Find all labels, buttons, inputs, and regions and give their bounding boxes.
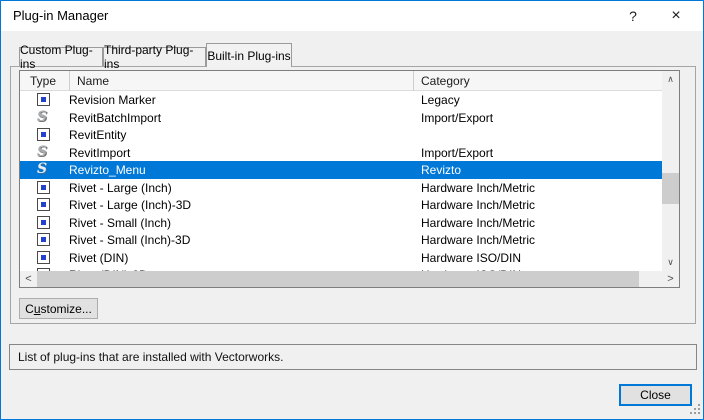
tab-built-in-plugins[interactable]: Built-in Plug-ins: [206, 43, 292, 67]
column-divider[interactable]: [69, 71, 70, 91]
plugin-category: Revizto: [421, 163, 461, 177]
plugin-category: Import/Export: [421, 146, 493, 160]
menu-plugin-icon: [37, 216, 50, 229]
tab-custom-plugins[interactable]: Custom Plug-ins: [19, 47, 103, 66]
plugin-name: RevitBatchImport: [69, 111, 161, 125]
table-row[interactable]: Rivet - Large (Inch) Hardware Inch/Metric: [20, 179, 662, 197]
window-title: Plug-in Manager: [13, 8, 108, 23]
help-icon[interactable]: ?: [613, 1, 653, 31]
table-row[interactable]: Rivet - Small (Inch) Hardware Inch/Metric: [20, 214, 662, 232]
table-row[interactable]: Rivet - Small (Inch)-3D Hardware Inch/Met…: [20, 231, 662, 249]
horizontal-scrollbar[interactable]: < >: [20, 271, 679, 287]
horizontal-scroll-thumb[interactable]: [37, 271, 639, 287]
plugin-list: Type Name Category Revision Marker Legacy…: [19, 70, 680, 288]
table-row[interactable]: Rivet (DIN) Hardware ISO/DIN: [20, 249, 662, 267]
scroll-right-icon[interactable]: >: [662, 271, 679, 287]
table-row[interactable]: RevitEntity: [20, 126, 662, 144]
customize-button[interactable]: Customize...: [19, 298, 98, 319]
menu-plugin-icon: [37, 128, 50, 141]
plugin-category: Import/Export: [421, 111, 493, 125]
table-row[interactable]: Revision Marker Legacy: [20, 91, 662, 109]
plugin-name: Rivet - Large (Inch): [69, 181, 172, 195]
menu-plugin-icon: [37, 93, 50, 106]
plugin-category: Hardware Inch/Metric: [421, 233, 535, 247]
list-header: Type Name Category: [20, 71, 662, 91]
plugin-category: Hardware ISO/DIN: [421, 251, 521, 265]
plugin-category: Legacy: [421, 93, 460, 107]
customize-label: Customize...: [25, 302, 92, 316]
plugin-name: RevitEntity: [69, 128, 126, 142]
script-plugin-icon: S: [37, 162, 51, 176]
plugin-name: Revision Marker: [69, 93, 156, 107]
table-row[interactable]: S RevitBatchImport Import/Export: [20, 109, 662, 127]
scroll-down-icon[interactable]: ∨: [662, 254, 679, 271]
resize-grip-icon[interactable]: [690, 404, 692, 406]
plugin-name: Rivet - Large (Inch)-3D: [69, 198, 191, 212]
column-header-category[interactable]: Category: [421, 74, 470, 88]
status-text: List of plug-ins that are installed with…: [18, 350, 283, 364]
plugin-name: Rivet - Small (Inch): [69, 216, 171, 230]
table-row[interactable]: S Revizto_Menu Revizto: [20, 161, 662, 179]
close-icon[interactable]: ×: [653, 1, 699, 31]
vertical-scrollbar[interactable]: ∧ ∨: [662, 71, 679, 271]
menu-plugin-icon: [37, 181, 50, 194]
status-box: List of plug-ins that are installed with…: [9, 344, 697, 370]
menu-plugin-icon: [37, 251, 50, 264]
plugin-name: RevitImport: [69, 146, 130, 160]
table-row[interactable]: S RevitImport Import/Export: [20, 144, 662, 162]
vertical-scroll-thumb[interactable]: [662, 173, 679, 204]
close-button[interactable]: Close: [619, 384, 692, 406]
menu-plugin-icon: [37, 198, 50, 211]
menu-plugin-icon: [37, 233, 50, 246]
plugin-category: Hardware Inch/Metric: [421, 198, 535, 212]
plugin-name: Rivet (DIN): [69, 251, 128, 265]
column-header-type[interactable]: Type: [30, 74, 56, 88]
plugin-category: Hardware Inch/Metric: [421, 216, 535, 230]
scroll-up-icon[interactable]: ∧: [662, 71, 679, 88]
plugin-category: Hardware Inch/Metric: [421, 181, 535, 195]
script-plugin-icon: S: [37, 145, 51, 159]
table-row[interactable]: Rivet - Large (Inch)-3D Hardware Inch/Met…: [20, 196, 662, 214]
plugin-name: Revizto_Menu: [69, 163, 146, 177]
script-plugin-icon: S: [37, 110, 51, 124]
plugin-manager-dialog: Plug-in Manager ? × Custom Plug-ins Thir…: [0, 0, 704, 420]
plugin-name: Rivet - Small (Inch)-3D: [69, 233, 190, 247]
column-header-name[interactable]: Name: [77, 74, 109, 88]
column-divider[interactable]: [413, 71, 414, 91]
list-rows: Revision Marker Legacy S RevitBatchImport Im…: [20, 91, 662, 271]
title-bar: Plug-in Manager ? ×: [1, 1, 703, 31]
scroll-left-icon[interactable]: <: [20, 271, 37, 287]
tab-third-party-plugins[interactable]: Third-party Plug-ins: [103, 47, 206, 66]
